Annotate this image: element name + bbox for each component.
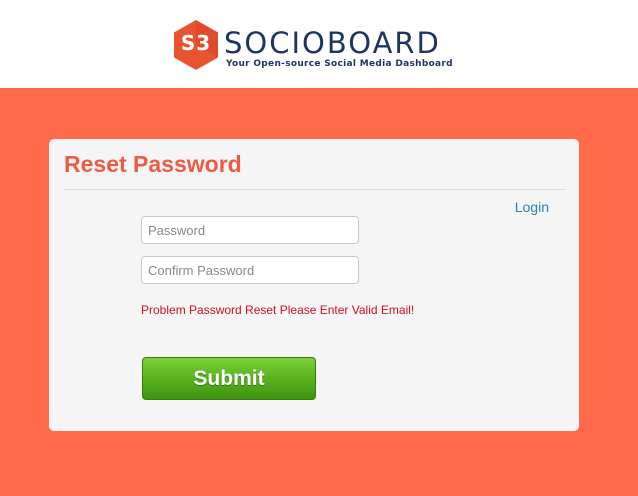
page: S3 SOCIOBOARD Your Open-source Social Me… (0, 0, 638, 496)
submit-button[interactable]: Submit (142, 357, 316, 400)
error-message: Problem Password Reset Please Enter Vali… (141, 303, 415, 317)
login-link[interactable]: Login (515, 199, 549, 215)
confirm-password-field[interactable] (141, 256, 359, 284)
logo[interactable]: S3 SOCIOBOARD Your Open-source Social Me… (173, 19, 453, 71)
page-title: Reset Password (64, 151, 242, 177)
password-field[interactable] (141, 216, 359, 244)
brand-name: SOCIOBOARD (224, 26, 441, 60)
brand-tagline: Your Open-source Social Media Dashboard (226, 59, 453, 69)
header: S3 SOCIOBOARD Your Open-source Social Me… (0, 0, 638, 88)
reset-password-card: Reset Password Login Problem Password Re… (49, 139, 579, 431)
title-divider (64, 189, 566, 190)
logo-mark-text: S3 (180, 31, 212, 55)
